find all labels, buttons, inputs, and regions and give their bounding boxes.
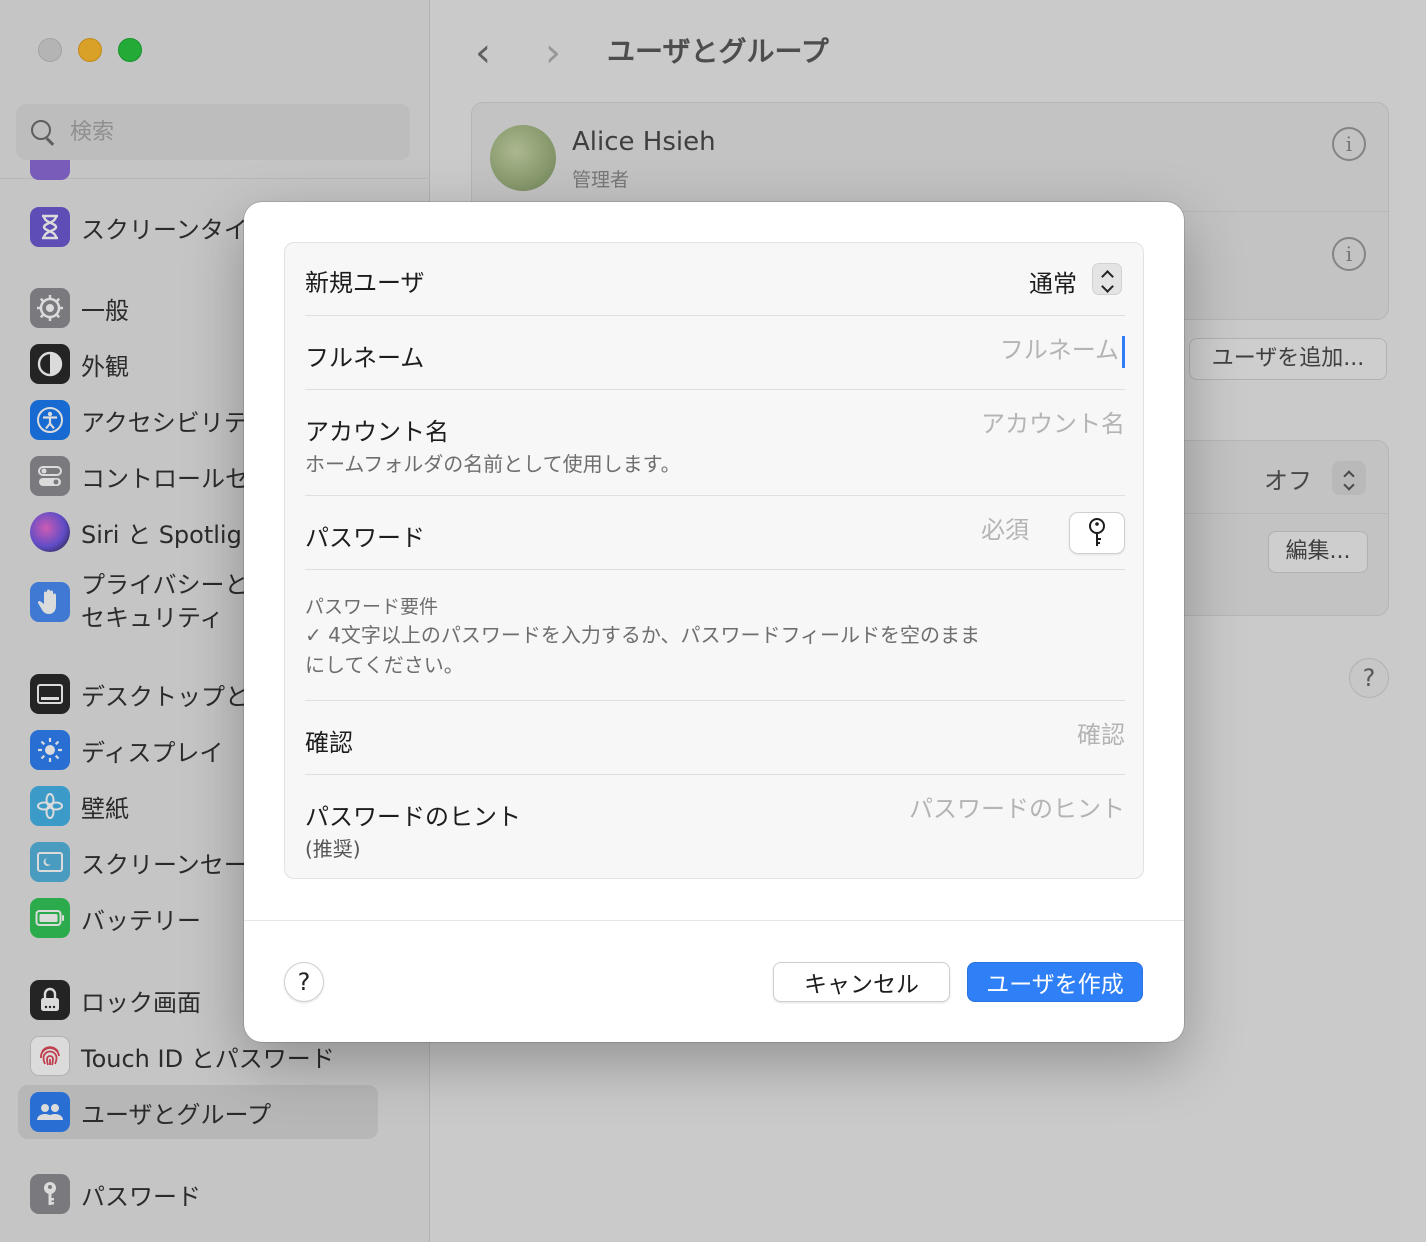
- requirements-line-2: にしてください。: [305, 653, 464, 677]
- new-user-form: 新規ユーザ 通常 フルネーム アカウント名 ホームフォルダの名前として使用します…: [284, 242, 1144, 879]
- full-name-field[interactable]: [759, 336, 1119, 364]
- help-button[interactable]: ?: [284, 962, 324, 1002]
- account-name-label: アカウント名: [305, 418, 449, 446]
- verify-password-field[interactable]: [765, 721, 1125, 749]
- account-name-field[interactable]: [765, 410, 1125, 438]
- requirements-line-1: ✓ 4文字以上のパスワードを入力するか、パスワードフィールドを空のまま: [305, 623, 981, 647]
- password-hint-field[interactable]: [765, 795, 1125, 823]
- key-icon: [1089, 518, 1105, 546]
- new-user-dialog: 新規ユーザ 通常 フルネーム アカウント名 ホームフォルダの名前として使用します…: [244, 202, 1184, 1042]
- password-assistant-button[interactable]: [1069, 512, 1125, 554]
- password-hint-sublabel: (推奨): [305, 837, 361, 861]
- requirements-title: パスワード要件: [305, 596, 439, 618]
- chevron-down-icon: [1100, 279, 1114, 293]
- full-name-label: フルネーム: [305, 344, 425, 372]
- cancel-button[interactable]: キャンセル: [773, 962, 950, 1002]
- dialog-separator: [244, 920, 1184, 921]
- password-label: パスワード: [305, 524, 425, 552]
- full-name-row: フルネーム: [305, 316, 1125, 389]
- text-cursor: [1122, 336, 1125, 368]
- requirements-text: ✓ 4文字以上のパスワードを入力するか、パスワードフィールドを空のまま にしてく…: [305, 620, 1025, 680]
- verify-row: 確認: [305, 701, 1125, 774]
- account-name-row: アカウント名 ホームフォルダの名前として使用します。: [305, 390, 1125, 495]
- password-hint-label: パスワードのヒント: [305, 803, 521, 831]
- create-user-button[interactable]: ユーザを作成: [967, 962, 1143, 1002]
- password-requirements: パスワード要件 ✓ 4文字以上のパスワードを入力するか、パスワードフィールドを空…: [305, 570, 1125, 700]
- account-type-popup[interactable]: [1092, 263, 1122, 295]
- password-field[interactable]: [769, 516, 1029, 544]
- password-row: パスワード: [305, 496, 1125, 569]
- account-name-sublabel: ホームフォルダの名前として使用します。: [305, 452, 681, 476]
- password-hint-row: パスワードのヒント (推奨): [305, 775, 1125, 880]
- account-type-value[interactable]: 通常: [1029, 264, 1077, 299]
- new-user-label: 新規ユーザ: [305, 269, 425, 297]
- verify-label: 確認: [305, 729, 353, 757]
- account-type-row: 新規ユーザ 通常: [305, 243, 1125, 315]
